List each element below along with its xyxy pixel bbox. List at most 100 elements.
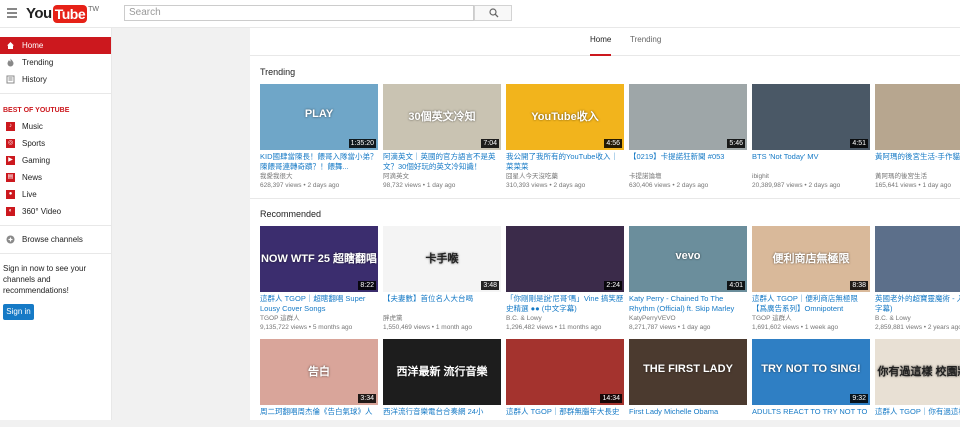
video-card[interactable]: THE FIRST LADY First Lady Michelle Obama <box>629 339 747 427</box>
search-button[interactable] <box>474 5 512 21</box>
video-card[interactable]: 2:24 「你剛剛是說'尼哥'嗎」Vine 搞笑歷史精選 ●● (中文字幕) B.C… <box>506 226 624 332</box>
video-thumbnail[interactable]: 5:46 <box>629 84 747 150</box>
youtube-logo[interactable]: You Tube TW <box>26 5 99 23</box>
video-card[interactable]: vevo 4:01 Katy Perry - Chained To The Rhyt… <box>629 226 747 332</box>
video-thumbnail[interactable]: 你有過這樣 校園狀況嗎 <box>875 339 960 405</box>
video-channel-link[interactable]: 囧星人今天沒吃藥 <box>506 172 624 181</box>
video-card[interactable]: 英國老外的超寶靈魔術 - 入帖 (中文字幕)B.C. & Lowy2,859,8… <box>875 226 960 332</box>
video-title-link[interactable]: 「你剛剛是說'尼哥'嗎」Vine 搞笑歷史精選 ●● (中文字幕) <box>506 294 624 314</box>
video-title-link[interactable]: Katy Perry - Chained To The Rhythm (Offi… <box>629 294 747 314</box>
video-duration: 2:24 <box>604 281 622 290</box>
video-channel-link[interactable]: KatyPerryVEVO <box>629 314 747 323</box>
video-card[interactable]: 你有過這樣 校園狀況嗎這群人 TGOP｜你有過這樣 <box>875 339 960 427</box>
video-thumbnail[interactable]: vevo 4:01 <box>629 226 747 292</box>
video-thumbnail[interactable]: 4:51 <box>752 84 870 150</box>
thumbnail-caption: TRY NOT TO SING! <box>761 363 861 375</box>
sidebar-item-history[interactable]: History <box>0 71 111 88</box>
video-card[interactable]: 卡手喉 3:48 【夫妻數】首位名人大台喝 胖虎黨 1,550,469 views • … <box>383 226 501 332</box>
video-channel-link[interactable]: 黃阿瑪的後宮生活 <box>875 172 960 181</box>
tab-trending[interactable]: Trending <box>630 28 661 56</box>
video-thumbnail[interactable] <box>875 226 960 292</box>
upload-age: 1 day ago <box>922 182 952 189</box>
video-channel-link[interactable]: ibighit <box>752 172 870 181</box>
video-thumbnail[interactable]: 卡手喉 3:48 <box>383 226 501 292</box>
upload-age: 1 month ago <box>435 324 473 331</box>
video-channel-link[interactable]: 胖虎黨 <box>383 314 501 323</box>
sidebar-item-trending[interactable]: Trending <box>0 54 111 71</box>
video-thumbnail[interactable]: 便利商店無極限 8:38 <box>752 226 870 292</box>
video-channel-link[interactable]: B.C. & Lowy <box>506 314 624 323</box>
video-title-link[interactable]: 黃阿瑪的後宮生活-手作貓... <box>875 152 960 172</box>
thumbnail-caption: YouTube收入 <box>531 111 599 123</box>
video-card[interactable]: TRY NOT TO SING! 9:32 ADULTS REACT TO TRY … <box>752 339 870 427</box>
video-card[interactable]: NOW WTF 25 超瞎翻唱 8:22 這群人 TGOP｜超瞎翻唱 Super L… <box>260 226 378 332</box>
video-card[interactable]: 4:51 BTS 'Not Today' MV ibighit 20,389,987 … <box>752 84 870 190</box>
video-card[interactable]: 黃阿瑪的後宮生活-手作貓... 黃阿瑪的後宮生活 165,641 views • 1… <box>875 84 960 190</box>
sidebar-item-music[interactable]: ♪ Music <box>0 118 111 135</box>
video-channel-link[interactable]: 阿滴英文 <box>383 172 501 181</box>
video-thumbnail[interactable]: 14:34 <box>506 339 624 405</box>
video-card[interactable]: 30個英文冷知 7:04 阿滴英文｜英國的官方語言不是英文？30個好玩的英文冷知識！… <box>383 84 501 190</box>
video-title-link[interactable]: KID國肆當陳長！餵哥入隊當小弟？陳餵哥連轉奇蹟？！餵舞... <box>260 152 378 172</box>
search-input[interactable]: Search <box>124 5 474 21</box>
video-title-link[interactable]: 這群人 TGOP｜你有過這樣 <box>875 407 960 427</box>
video-stats: 630,406 views • 2 days ago <box>629 181 747 190</box>
sidebar-item-label: Browse channels <box>22 235 83 244</box>
video-thumbnail[interactable]: PLAY 1:35:20 <box>260 84 378 150</box>
sign-in-button[interactable]: Sign in <box>3 304 34 320</box>
video-thumbnail[interactable]: 告白 3:34 <box>260 339 378 405</box>
video-card[interactable]: YouTube收入 4:56 我公開了我所有的YouTube收入｜菜菜菜 囧星人今天沒… <box>506 84 624 190</box>
video-duration: 9:32 <box>850 394 868 403</box>
feed-tabs: Home Trending <box>250 28 960 56</box>
video-thumbnail[interactable]: 2:24 <box>506 226 624 292</box>
video-card[interactable]: 西洋最新 流行音樂 西洋流行音樂電台合奏網 24小 <box>383 339 501 427</box>
sidebar-item-news[interactable]: ▤ News <box>0 169 111 186</box>
video-title-link[interactable]: First Lady Michelle Obama <box>629 407 747 427</box>
video-title-link[interactable]: 這群人 TGOP｜那群無腦年大長史 <box>506 407 624 427</box>
video-title-link[interactable]: 這群人 TGOP｜超瞎翻唱 Super Lousy Cover Songs <box>260 294 378 314</box>
sidebar-item-gaming[interactable]: ▶ Gaming <box>0 152 111 169</box>
video-card[interactable]: 告白 3:34 周二珂翻唱周杰倫《告白氣球》人 <box>260 339 378 427</box>
video-title-link[interactable]: 英國老外的超寶靈魔術 - 入帖 (中文字幕) <box>875 294 960 314</box>
tab-home[interactable]: Home <box>590 28 612 56</box>
video-card[interactable]: 便利商店無極限 8:38 這群人 TGOP｜便利商店無極限【爲廣告系列】Omnipo… <box>752 226 870 332</box>
shelf-title-trending[interactable]: Trending <box>260 67 295 77</box>
video-thumbnail[interactable]: 西洋最新 流行音樂 <box>383 339 501 405</box>
sidebar-item-live[interactable]: ● Live <box>0 186 111 203</box>
sidebar-item-sports[interactable]: ◎ Sports <box>0 135 111 152</box>
video-duration: 7:04 <box>481 139 499 148</box>
upload-age: 5 months ago <box>312 324 353 331</box>
sidebar-item-home[interactable]: Home <box>0 37 111 54</box>
top-bar: You Tube TW Search <box>0 0 960 28</box>
sidebar-divider <box>0 253 111 254</box>
video-channel-link[interactable]: 卡提諾論壇 <box>629 172 747 181</box>
hamburger-menu-icon[interactable] <box>7 8 17 18</box>
video-thumbnail[interactable]: NOW WTF 25 超瞎翻唱 8:22 <box>260 226 378 292</box>
sidebar-item-360-video[interactable]: ◐ 360° Video <box>0 203 111 220</box>
video-title-link[interactable]: BTS 'Not Today' MV <box>752 152 870 172</box>
video-thumbnail[interactable]: 30個英文冷知 7:04 <box>383 84 501 150</box>
video-stats: 8,271,787 views • 1 day ago <box>629 323 747 332</box>
video-card[interactable]: 14:34 這群人 TGOP｜那群無腦年大長史 <box>506 339 624 427</box>
video-channel-link[interactable]: 我愛我很大 <box>260 172 378 181</box>
video-title-link[interactable]: 阿滴英文｜英國的官方語言不是英文？30個好玩的英文冷知識！ <box>383 152 501 172</box>
shelf-title-recommended[interactable]: Recommended <box>260 209 321 219</box>
video-thumbnail[interactable] <box>875 84 960 150</box>
video-channel-link[interactable]: B.C. & Lowy <box>875 314 960 323</box>
video-title-link[interactable]: 【夫妻數】首位名人大台喝 <box>383 294 501 314</box>
video-card[interactable]: PLAY 1:35:20 KID國肆當陳長！餵哥入隊當小弟？陳餵哥連轉奇蹟？！餵舞.… <box>260 84 378 190</box>
video-title-link[interactable]: 周二珂翻唱周杰倫《告白氣球》人 <box>260 407 378 427</box>
video-title-link[interactable]: 西洋流行音樂電台合奏網 24小 <box>383 407 501 427</box>
video-channel-link[interactable]: TGOP 這群人 <box>260 314 378 323</box>
video-card[interactable]: 5:46 【0219】卡提諾狂新聞 #053 卡提諾論壇 630,406 views … <box>629 84 747 190</box>
upload-age: 1 day ago <box>426 182 456 189</box>
video-title-link[interactable]: ADULTS REACT TO TRY NOT TO <box>752 407 870 427</box>
video-title-link[interactable]: 這群人 TGOP｜便利商店無極限【爲廣告系列】Omnipotent <box>752 294 870 314</box>
sidebar-item-browse-channels[interactable]: Browse channels <box>0 231 111 248</box>
video-title-link[interactable]: 【0219】卡提諾狂新聞 #053 <box>629 152 747 172</box>
video-thumbnail[interactable]: TRY NOT TO SING! 9:32 <box>752 339 870 405</box>
video-thumbnail[interactable]: YouTube收入 4:56 <box>506 84 624 150</box>
video-thumbnail[interactable]: THE FIRST LADY <box>629 339 747 405</box>
video-channel-link[interactable]: TGOP 這群人 <box>752 314 870 323</box>
video-title-link[interactable]: 我公開了我所有的YouTube收入｜菜菜菜 <box>506 152 624 172</box>
